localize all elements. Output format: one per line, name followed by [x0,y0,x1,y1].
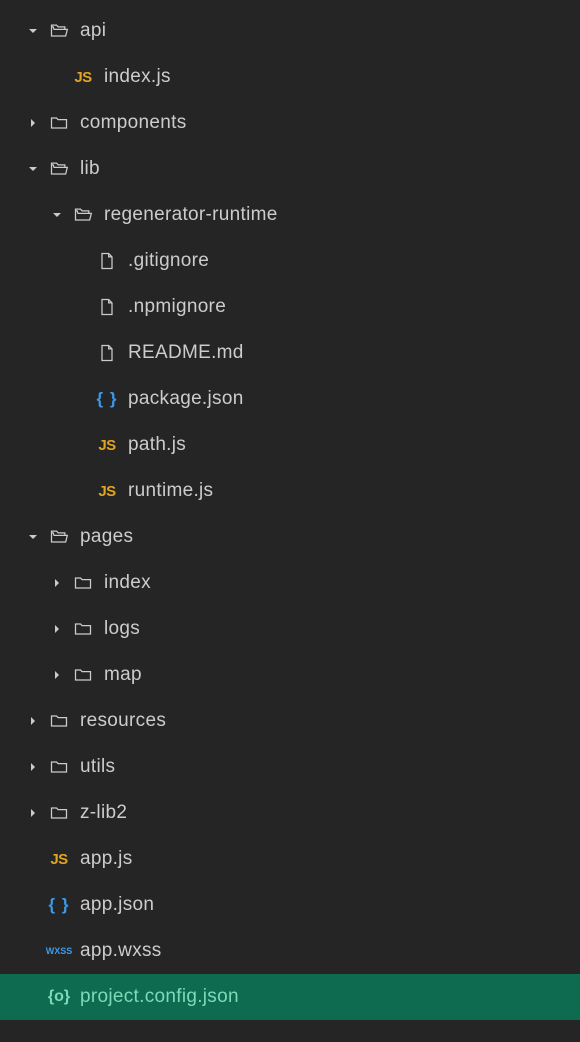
folder-z-lib2[interactable]: z-lib2 [0,790,580,836]
json-file-icon: { } [48,894,70,916]
json-file-icon: {o} [48,986,70,1008]
chevron-down-icon[interactable] [24,528,42,546]
tree-item-label: .npmignore [128,296,226,318]
file-explorer-tree: api JS index.js components lib regenerator-ru… [0,8,580,1020]
tree-item-label: pages [80,526,133,548]
folder-closed-icon [72,664,94,686]
folder-components[interactable]: components [0,100,580,146]
folder-closed-icon [72,572,94,594]
file-app-wxss[interactable]: WXSS app.wxss [0,928,580,974]
chevron-down-icon[interactable] [24,160,42,178]
wxss-file-icon: WXSS [48,940,70,962]
folder-closed-icon [72,618,94,640]
file-gitignore[interactable]: .gitignore [0,238,580,284]
tree-item-label: path.js [128,434,186,456]
chevron-right-icon[interactable] [48,620,66,638]
file-icon [96,250,118,272]
folder-open-icon [72,204,94,226]
tree-item-label: map [104,664,142,686]
tree-item-label: runtime.js [128,480,213,502]
file-package-json[interactable]: { } package.json [0,376,580,422]
folder-closed-icon [48,802,70,824]
folder-regenerator-runtime[interactable]: regenerator-runtime [0,192,580,238]
chevron-right-icon[interactable] [24,804,42,822]
folder-logs[interactable]: logs [0,606,580,652]
json-file-icon: { } [96,388,118,410]
tree-item-label: README.md [128,342,244,364]
file-icon [96,296,118,318]
tree-item-label: app.js [80,848,133,870]
file-app-js[interactable]: JS app.js [0,836,580,882]
folder-open-icon [48,158,70,180]
tree-item-label: project.config.json [80,986,239,1008]
tree-item-label: index [104,572,151,594]
folder-closed-icon [48,710,70,732]
folder-map[interactable]: map [0,652,580,698]
chevron-right-icon[interactable] [24,758,42,776]
tree-item-label: app.wxss [80,940,162,962]
tree-item-label: app.json [80,894,154,916]
tree-item-label: regenerator-runtime [104,204,278,226]
file-npmignore[interactable]: .npmignore [0,284,580,330]
js-file-icon: JS [96,434,118,456]
folder-closed-icon [48,112,70,134]
tree-item-label: lib [80,158,100,180]
tree-item-label: logs [104,618,140,640]
js-file-icon: JS [48,848,70,870]
file-app-json[interactable]: { } app.json [0,882,580,928]
chevron-right-icon[interactable] [48,666,66,684]
file-runtime-js[interactable]: JS runtime.js [0,468,580,514]
file-project-config-json[interactable]: {o} project.config.json [0,974,580,1020]
chevron-down-icon[interactable] [48,206,66,224]
tree-item-label: resources [80,710,166,732]
folder-open-icon [48,526,70,548]
file-icon [96,342,118,364]
folder-resources[interactable]: resources [0,698,580,744]
chevron-down-icon[interactable] [24,22,42,40]
folder-open-icon [48,20,70,42]
folder-index[interactable]: index [0,560,580,606]
folder-utils[interactable]: utils [0,744,580,790]
folder-pages[interactable]: pages [0,514,580,560]
folder-closed-icon [48,756,70,778]
chevron-right-icon[interactable] [24,114,42,132]
tree-item-label: index.js [104,66,171,88]
chevron-right-icon[interactable] [48,574,66,592]
folder-lib[interactable]: lib [0,146,580,192]
tree-item-label: api [80,20,106,42]
tree-item-label: z-lib2 [80,802,127,824]
file-index-js[interactable]: JS index.js [0,54,580,100]
js-file-icon: JS [96,480,118,502]
file-readme-md[interactable]: README.md [0,330,580,376]
folder-api[interactable]: api [0,8,580,54]
chevron-right-icon[interactable] [24,712,42,730]
tree-item-label: utils [80,756,115,778]
file-path-js[interactable]: JS path.js [0,422,580,468]
tree-item-label: .gitignore [128,250,209,272]
js-file-icon: JS [72,66,94,88]
tree-item-label: package.json [128,388,244,410]
tree-item-label: components [80,112,187,134]
